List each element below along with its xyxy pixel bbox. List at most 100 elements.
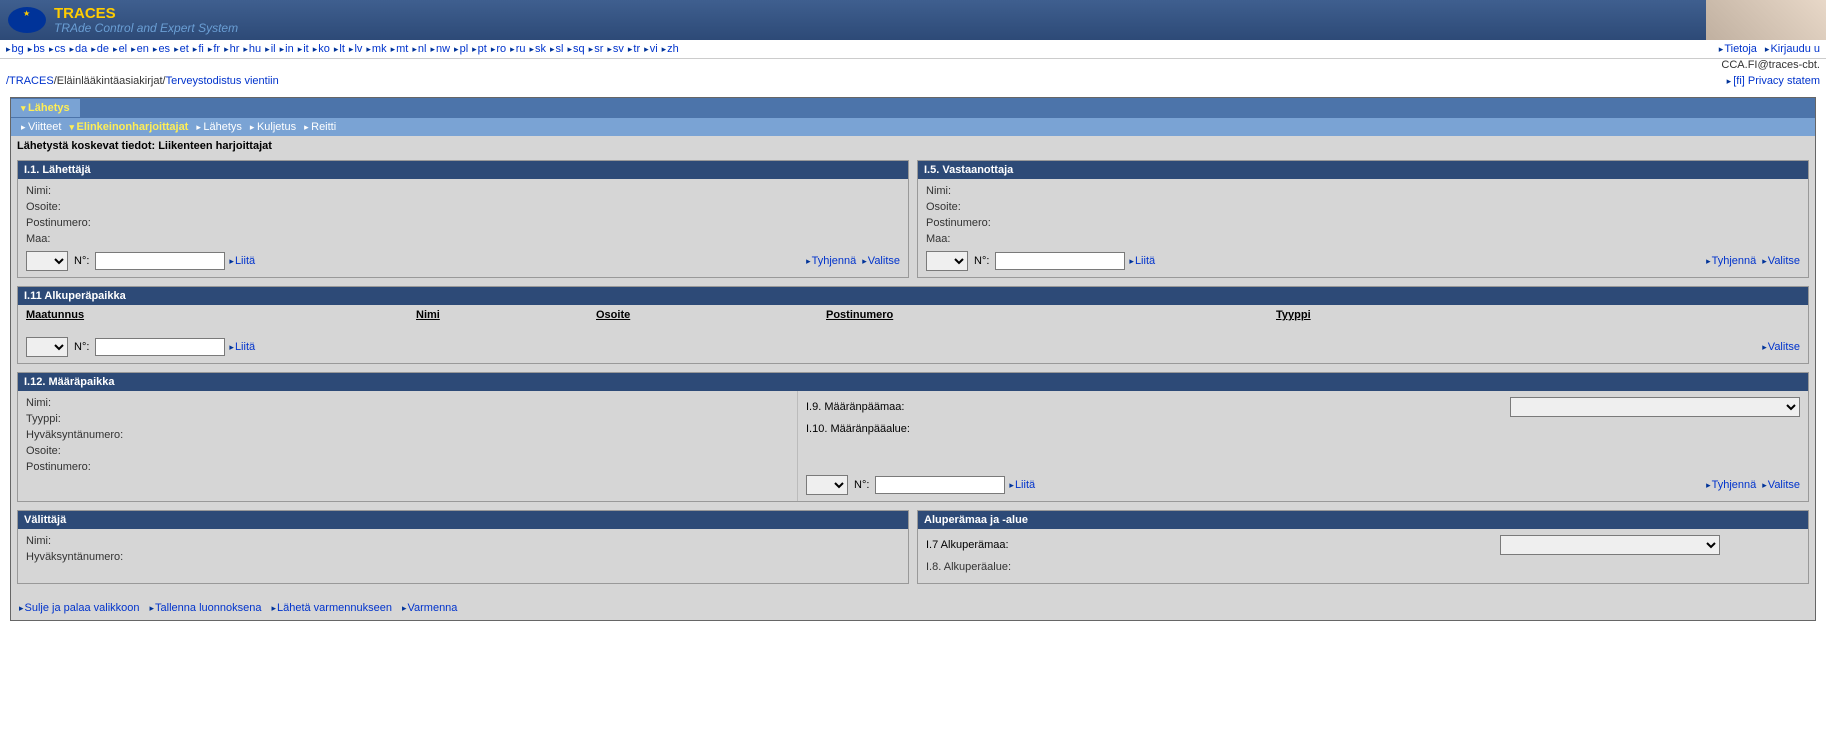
lang-il[interactable]: il [265,43,275,55]
tab-lahetys[interactable]: Lähetys [11,99,80,117]
lang-ru[interactable]: ru [510,43,525,55]
agent-title: Välittäjä [18,511,908,529]
origin-country-select2[interactable] [1500,535,1720,555]
origin-col-countrycode[interactable]: Maatunnus [26,309,416,321]
consignee-select-link[interactable]: Valitse [1762,255,1800,267]
dest-select-link[interactable]: Valitse [1762,479,1800,491]
lang-ro[interactable]: ro [491,43,506,55]
lang-en[interactable]: en [131,43,149,55]
tab-elinkeinonharjoittajat[interactable]: Elinkeinonharjoittajat [69,121,188,133]
lang-sk[interactable]: sk [529,43,546,55]
save-draft-button[interactable]: Tallenna luonnoksena [150,602,262,614]
dest-country-code-select[interactable] [806,475,848,495]
dest-no-input[interactable] [875,476,1005,494]
origin-country-select[interactable] [26,337,68,357]
breadcrumb: /TRACES/Eläinlääkintäasiakirjat/Terveyst… [0,71,285,91]
breadcrumb-root[interactable]: /TRACES [6,75,54,87]
tab-kuljetus[interactable]: Kuljetus [250,121,296,133]
dest-country-select[interactable] [1510,397,1800,417]
origin-col-address[interactable]: Osoite [596,309,826,321]
origin-col-name[interactable]: Nimi [416,309,596,321]
lang-fi[interactable]: fi [193,43,204,55]
lang-ko[interactable]: ko [313,43,330,55]
lang-it[interactable]: it [298,43,309,55]
consignor-postal-label: Postinumero: [26,217,900,229]
consignor-panel: I.1. Lähettäjä Nimi: Osoite: Postinumero… [17,160,909,278]
breadcrumb-leaf[interactable]: Terveystodistus vientiin [166,75,279,87]
consignee-postal-label: Postinumero: [926,217,1800,229]
dest-region-label: I.10. Määränpääalue: [806,423,976,435]
consignee-clear-link[interactable]: Tyhjennä [1706,255,1756,267]
lang-es[interactable]: es [153,43,170,55]
lang-tr[interactable]: tr [628,43,640,55]
lang-mt[interactable]: mt [391,43,409,55]
dest-clear-link[interactable]: Tyhjennä [1706,479,1756,491]
consignee-assign-link[interactable]: Liitä [1129,255,1155,267]
login-link[interactable]: Kirjaudu u [1765,43,1820,55]
lang-fr[interactable]: fr [208,43,220,55]
header-titles: TRACES TRAde Control and Expert System [54,6,238,35]
lang-vi[interactable]: vi [644,43,657,55]
tab-reitti[interactable]: Reitti [304,121,336,133]
tab-viitteet[interactable]: Viitteet [21,121,61,133]
lang-pt[interactable]: pt [472,43,487,55]
consignee-no-input[interactable] [995,252,1125,270]
app-subtitle: TRAde Control and Expert System [54,21,238,35]
consignor-assign-link[interactable]: Liitä [229,255,255,267]
consignee-name-label: Nimi: [926,185,1800,197]
consignor-no-label: N°: [74,255,89,267]
submit-button[interactable]: Lähetä varmennukseen [271,602,392,614]
lang-hr[interactable]: hr [224,43,239,55]
lang-nl[interactable]: nl [412,43,426,55]
consignor-select-link[interactable]: Valitse [862,255,900,267]
origin-no-input[interactable] [95,338,225,356]
lang-bg[interactable]: bg [6,43,24,55]
origin-select-link[interactable]: Valitse [1762,341,1800,353]
top-links: Tietoja Kirjaudu u [1719,43,1820,55]
origin-col-postal[interactable]: Postinumero [826,309,1276,321]
lang-et[interactable]: et [174,43,189,55]
lang-de[interactable]: de [91,43,109,55]
info-link[interactable]: Tietoja [1719,43,1757,55]
consignee-title: I.5. Vastaanottaja [918,161,1808,179]
lang-bs[interactable]: bs [28,43,45,55]
lang-el[interactable]: el [113,43,127,55]
lang-cs[interactable]: cs [49,43,66,55]
origin-assign-link[interactable]: Liitä [229,341,255,353]
destination-approval-label: Hyväksyntänumero: [26,429,789,441]
origin-country-title: Aluperämaa ja -alue [918,511,1808,529]
origin-table-head: Maatunnus Nimi Osoite Postinumero Tyyppi [18,305,1808,325]
lang-hu[interactable]: hu [243,43,261,55]
lang-sl[interactable]: sl [550,43,563,55]
lang-mk[interactable]: mk [366,43,386,55]
consignor-address-label: Osoite: [26,201,900,213]
origin-country-panel: Aluperämaa ja -alue I.7 Alkuperämaa: I.8… [917,510,1809,584]
lang-sq[interactable]: sq [568,43,585,55]
dest-assign-link[interactable]: Liitä [1009,479,1035,491]
consignor-no-input[interactable] [95,252,225,270]
lang-sv[interactable]: sv [607,43,624,55]
lang-nw[interactable]: nw [430,43,450,55]
destination-panel: I.12. Määräpaikka Nimi: Tyyppi: Hyväksyn… [17,372,1809,502]
destination-title: I.12. Määräpaikka [18,373,1808,391]
consignor-clear-link[interactable]: Tyhjennä [806,255,856,267]
consignor-country-label: Maa: [26,233,900,245]
lang-sr[interactable]: sr [589,43,604,55]
origin-col-type[interactable]: Tyyppi [1276,309,1800,321]
privacy-link[interactable]: [fi] Privacy statem [1727,75,1820,87]
consignor-country-select[interactable] [26,251,68,271]
lang-zh[interactable]: zh [662,43,679,55]
consignor-title: I.1. Lähettäjä [18,161,908,179]
lang-pl[interactable]: pl [454,43,468,55]
close-button[interactable]: Sulje ja palaa valikkoon [19,602,140,614]
consignee-country-select[interactable] [926,251,968,271]
consignee-no-label: N°: [974,255,989,267]
lang-da[interactable]: da [69,43,87,55]
validate-button[interactable]: Varmenna [402,602,457,614]
lang-lv[interactable]: lv [349,43,362,55]
header-decor-image [1706,0,1826,40]
eu-flag-icon [8,7,46,33]
tab-lahetys-sub[interactable]: Lähetys [196,121,242,133]
lang-lt[interactable]: lt [334,43,345,55]
lang-in[interactable]: in [280,43,294,55]
